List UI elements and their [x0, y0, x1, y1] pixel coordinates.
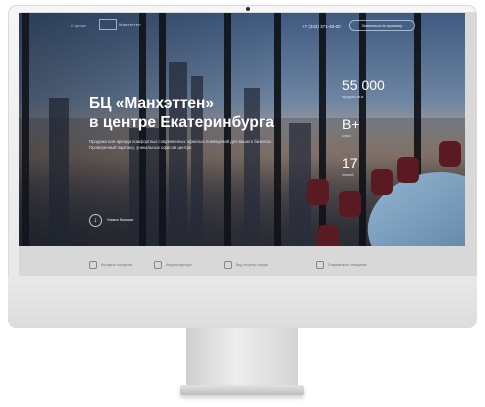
stat-label-area: продано кв.м — [342, 95, 364, 99]
learn-more-label[interactable]: Узнать больше — [107, 218, 133, 222]
window-icon — [224, 261, 232, 269]
feature-text: Инфраструктура — [166, 263, 192, 267]
features-bar: Выгодное соседство Инфраструктура Вид на… — [19, 258, 465, 272]
monitor-stand-foot — [180, 385, 304, 395]
logo-mark-icon — [99, 19, 117, 30]
hero-title-line1: БЦ «Манхэттен» — [89, 95, 215, 112]
stat-label-class: класс — [342, 134, 352, 138]
building-icon — [89, 261, 97, 269]
monitor-stand — [186, 328, 298, 390]
stat-value-floors: 17 — [342, 155, 358, 171]
stat-value-area: 55 000 — [342, 77, 385, 93]
gear-icon — [316, 261, 324, 269]
nav-link-about[interactable]: О центре — [71, 24, 86, 28]
book-viewing-button[interactable]: Записаться на просмотр — [349, 20, 415, 31]
stat-value-class: B+ — [342, 116, 360, 132]
hero-title-line2: в центре Екатеринбурга — [89, 114, 274, 131]
arrow-down-icon: ↓ — [93, 217, 98, 224]
header-phone[interactable]: +7 (343) 371-48-00 — [302, 24, 341, 29]
hero-lead: Продажа или аренда комфортных современны… — [89, 139, 272, 150]
monitor-chin — [8, 276, 477, 328]
feature-text: Вид на центр города — [236, 263, 268, 267]
website-screen: Манхэттен О центре +7 (343) 371-48-00 За… — [19, 13, 465, 246]
feature-text: Современное оснащение — [328, 263, 368, 267]
learn-more-button[interactable]: ↓ — [89, 214, 102, 227]
camera-icon — [246, 7, 250, 11]
site-logo[interactable]: Манхэттен — [99, 19, 155, 31]
feature-text: Выгодное соседство — [101, 263, 133, 267]
site-header: Манхэттен О центре +7 (343) 371-48-00 За… — [19, 13, 465, 35]
car-icon — [154, 261, 162, 269]
logo-text: Манхэттен — [119, 22, 141, 27]
hero-title: БЦ «Манхэттен» в центре Екатеринбурга — [89, 94, 274, 132]
stat-label-floors: этажей — [342, 173, 354, 177]
